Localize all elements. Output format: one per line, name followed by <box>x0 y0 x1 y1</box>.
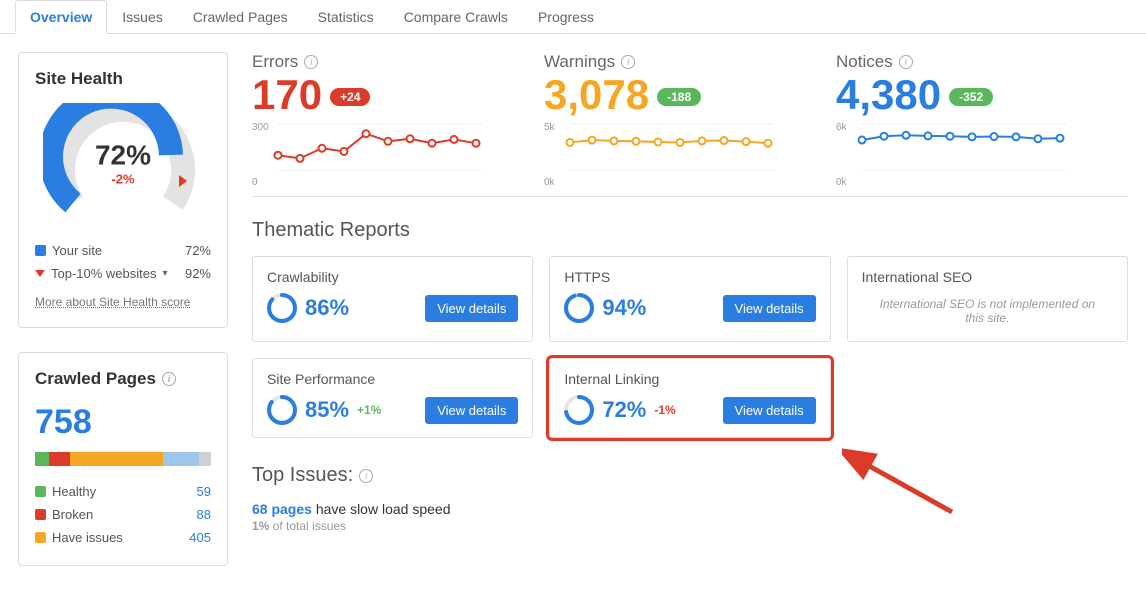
site-health-title: Site Health <box>35 69 211 89</box>
bar-segment <box>49 452 70 466</box>
tab-bar: OverviewIssuesCrawled PagesStatisticsCom… <box>0 0 1146 34</box>
info-icon[interactable]: i <box>304 55 318 69</box>
report-https: HTTPS94%View details <box>549 256 830 342</box>
crawled-pages-bar <box>35 452 211 466</box>
info-icon[interactable]: i <box>899 55 913 69</box>
metric-warnings: Warningsi3,078-1885k0k <box>544 52 836 188</box>
view-details-button[interactable]: View details <box>425 295 518 322</box>
view-details-button[interactable]: View details <box>723 397 816 424</box>
top-issue-link[interactable]: 68 pages <box>252 501 312 517</box>
chevron-down-icon: ▾ <box>163 268 168 279</box>
crawled-legend-row[interactable]: Have issues405 <box>35 526 211 549</box>
crawled-pages-title: Crawled Pages i <box>35 369 211 389</box>
crawled-pages-total: 758 <box>35 403 211 442</box>
report-card-title: Crawlability <box>267 269 518 285</box>
bar-segment <box>35 452 49 466</box>
thematic-reports-grid: Crawlability86%View detailsHTTPS94%View … <box>252 256 1128 438</box>
view-details-button[interactable]: View details <box>425 397 518 424</box>
intl-seo-note: International SEO is not implemented on … <box>862 293 1113 329</box>
triangle-down-icon <box>35 270 45 277</box>
top-issue-line: 68 pages have slow load speed <box>252 501 1128 517</box>
tab-compare-crawls[interactable]: Compare Crawls <box>389 0 523 33</box>
legend-your-site: Your site 72% <box>35 239 211 262</box>
top-issue-sub: 1% of total issues <box>252 519 1128 533</box>
info-icon[interactable]: i <box>162 372 176 386</box>
tab-issues[interactable]: Issues <box>107 0 177 33</box>
report-international-seo: International SEO International SEO is no… <box>847 256 1128 342</box>
top-issues-title: Top Issues: i <box>252 464 1128 487</box>
metric-errors: Errorsi170+243000 <box>252 52 544 188</box>
report-crawlability: Crawlability86%View details <box>252 256 533 342</box>
crawled-legend-row[interactable]: Healthy59 <box>35 480 211 503</box>
thematic-title: Thematic Reports <box>252 219 1128 242</box>
site-health-panel: Site Health 72% -2% Your site 72% Top-10… <box>18 52 228 328</box>
tab-overview[interactable]: Overview <box>15 0 107 34</box>
site-health-more-link[interactable]: More about Site Health score <box>35 295 190 309</box>
metric-notices: Noticesi4,380-3526k0k <box>836 52 1128 188</box>
report-site-performance: Site Performance85%+1%View details <box>252 358 533 438</box>
tab-progress[interactable]: Progress <box>523 0 609 33</box>
report-card-title: HTTPS <box>564 269 815 285</box>
bar-segment <box>199 452 211 466</box>
crawled-legend-row[interactable]: Broken88 <box>35 503 211 526</box>
site-health-delta: -2% <box>95 172 151 187</box>
report-internal-linking: Internal Linking72%-1%View details <box>549 358 830 438</box>
info-icon[interactable]: i <box>359 469 373 483</box>
report-card-title: Internal Linking <box>564 371 815 387</box>
tab-crawled-pages[interactable]: Crawled Pages <box>178 0 303 33</box>
report-card-title: Site Performance <box>267 371 518 387</box>
metrics-row: Errorsi170+243000Warningsi3,078-1885k0kN… <box>252 52 1128 197</box>
crawled-pages-panel: Crawled Pages i 758 Healthy59Broken88Hav… <box>18 352 228 566</box>
tab-statistics[interactable]: Statistics <box>303 0 389 33</box>
report-card-title: International SEO <box>862 269 1113 285</box>
site-health-donut: 72% -2% <box>35 103 211 223</box>
bar-segment <box>70 452 163 466</box>
bar-segment <box>163 452 198 466</box>
view-details-button[interactable]: View details <box>723 295 816 322</box>
info-icon[interactable]: i <box>621 55 635 69</box>
site-health-value: 72% <box>95 140 151 172</box>
legend-top10[interactable]: Top-10% websites▾ 92% <box>35 262 211 285</box>
